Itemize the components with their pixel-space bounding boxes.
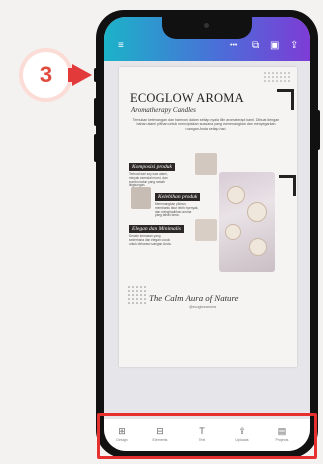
side-button-power [316, 110, 320, 150]
feature-block-2[interactable]: Kelebihan produk Menenangkan pikiran, me… [155, 185, 201, 218]
feature-label: Komposisi produk [129, 163, 175, 171]
side-button-volume-down [94, 134, 98, 162]
feature-image-2[interactable] [131, 187, 151, 209]
phone-notch [162, 17, 252, 39]
candle-photo[interactable] [219, 172, 275, 272]
feature-label: Elegan dan Minimalis [129, 225, 184, 233]
step-number: 3 [39, 62, 53, 87]
share-icon[interactable]: ⇪ [290, 41, 298, 51]
step-pointer-arrow [72, 64, 92, 86]
corner-bracket-mid [279, 175, 296, 196]
step-badge-inner: 3 [23, 52, 69, 98]
layers-icon[interactable]: ▣ [270, 41, 279, 51]
more-icon[interactable]: ••• [230, 41, 237, 51]
resize-icon[interactable]: ⧉ [252, 41, 259, 51]
candle-shape [247, 202, 267, 222]
feature-block-1[interactable]: Komposisi produk Terbuat dari soy wax al… [129, 155, 175, 188]
candle-shape [227, 186, 245, 204]
candle-shape [249, 238, 267, 256]
camera-dot [204, 23, 209, 28]
brand-tagline[interactable]: Aromatherapy Candles [131, 106, 196, 114]
dot-pattern-top-right [264, 72, 290, 82]
corner-bracket-top [277, 89, 294, 110]
intro-paragraph[interactable]: Temukan ketenangan dan harmoni dalam set… [131, 118, 281, 131]
feature-body: Menenangkan pikiran, membantu tidur lebi… [155, 202, 199, 218]
step-badge: 3 [19, 48, 73, 102]
menu-icon[interactable]: ≡ [118, 41, 124, 51]
brand-title[interactable]: ECOGLOW AROMA [130, 91, 244, 106]
phone-screen: ≡ ••• ⧉ ▣ ⇪ ECOGLOW AROMA Aromatherapy C… [104, 17, 310, 451]
toolbar-highlight-box [97, 413, 317, 459]
feature-label: Kelebihan produk [155, 193, 201, 201]
feature-image-3[interactable] [195, 219, 217, 241]
dot-pattern-bottom-left [128, 286, 146, 304]
footer-handle[interactable]: @ecoglowaroma [189, 305, 216, 309]
footer-title[interactable]: The Calm Aura of Nature [149, 293, 238, 303]
side-button-volume-up [94, 98, 98, 126]
side-button-top [94, 68, 98, 82]
feature-image-1[interactable] [195, 153, 217, 175]
feature-body: Desain kemasan yang sederhana dan elegan… [129, 234, 172, 246]
candle-shape [225, 224, 241, 240]
design-page[interactable]: ECOGLOW AROMA Aromatherapy Candles Temuk… [119, 67, 297, 367]
feature-block-3[interactable]: Elegan dan Minimalis Desain kemasan yang… [129, 217, 184, 246]
